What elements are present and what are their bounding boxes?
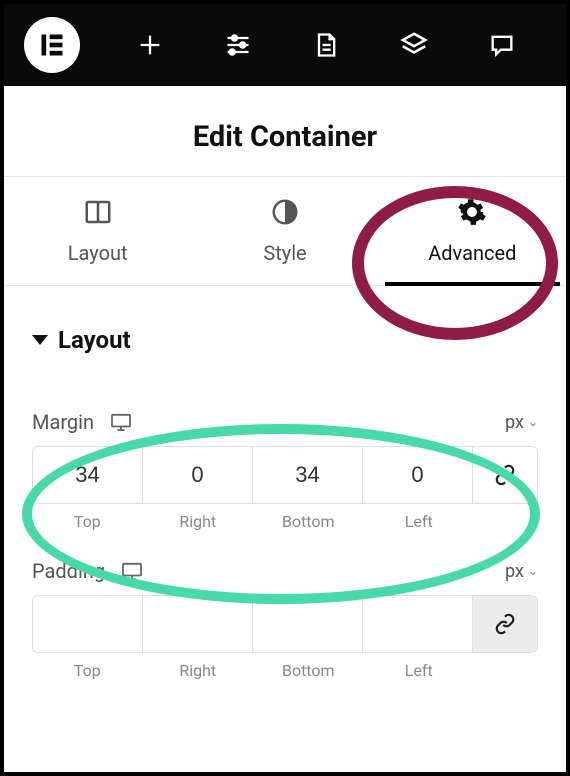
tab-advanced-label: Advanced <box>428 241 516 265</box>
margin-label: Margin <box>32 410 94 434</box>
tab-advanced[interactable]: Advanced <box>379 177 566 285</box>
margin-unit-label: px <box>505 412 524 433</box>
section-layout-title: Layout <box>58 326 131 354</box>
tab-style[interactable]: Style <box>191 177 378 285</box>
margin-left-input[interactable] <box>363 447 473 503</box>
margin-link-button[interactable] <box>473 447 537 503</box>
padding-top-input[interactable] <box>33 596 143 652</box>
add-icon <box>136 31 164 59</box>
margin-header: Margin px ⌄ <box>32 410 538 434</box>
margin-control: Margin px ⌄ Top Right Bottom Left <box>4 366 566 531</box>
padding-link-button[interactable] <box>473 596 537 652</box>
padding-left-label: Left <box>364 661 475 680</box>
top-toolbar <box>4 4 566 86</box>
desktop-icon[interactable] <box>110 413 132 431</box>
tab-style-label: Style <box>263 241 306 265</box>
padding-label: Padding <box>32 559 105 583</box>
padding-right-label: Right <box>143 661 254 680</box>
margin-side-labels: Top Right Bottom Left <box>32 512 538 531</box>
link-icon <box>494 613 516 635</box>
padding-left-input[interactable] <box>363 596 473 652</box>
add-button[interactable] <box>122 17 178 73</box>
padding-right-input[interactable] <box>143 596 253 652</box>
padding-control: Padding px ⌄ Top Right Bottom Left <box>4 531 566 680</box>
section-layout: Layout <box>4 286 566 366</box>
tab-layout[interactable]: Layout <box>4 177 191 285</box>
tab-layout-label: Layout <box>68 241 128 265</box>
page-icon <box>312 31 340 59</box>
elementor-logo-icon <box>38 31 66 59</box>
sliders-icon <box>224 31 252 59</box>
padding-inputs <box>32 595 538 653</box>
chevron-down-icon: ⌄ <box>528 564 538 578</box>
padding-bottom-input[interactable] <box>253 596 363 652</box>
settings-button[interactable] <box>210 17 266 73</box>
comment-icon <box>488 31 516 59</box>
margin-top-label: Top <box>32 512 143 531</box>
margin-bottom-input[interactable] <box>253 447 363 503</box>
margin-right-label: Right <box>143 512 254 531</box>
panel-title: Edit Container <box>4 86 566 176</box>
padding-top-label: Top <box>32 661 143 680</box>
margin-top-input[interactable] <box>33 447 143 503</box>
padding-side-labels: Top Right Bottom Left <box>32 661 538 680</box>
margin-left-label: Left <box>364 512 475 531</box>
section-layout-header[interactable]: Layout <box>32 326 538 354</box>
comment-button[interactable] <box>474 17 530 73</box>
tabs: Layout Style Advanced <box>4 176 566 286</box>
margin-inputs <box>32 446 538 504</box>
layers-icon <box>399 30 429 60</box>
margin-right-input[interactable] <box>143 447 253 503</box>
caret-down-icon <box>32 335 48 345</box>
padding-unit-label: px <box>505 561 524 582</box>
gear-icon <box>457 197 487 227</box>
style-icon <box>270 197 300 227</box>
padding-bottom-label: Bottom <box>253 661 364 680</box>
page-button[interactable] <box>298 17 354 73</box>
margin-unit-select[interactable]: px ⌄ <box>505 412 538 433</box>
chevron-down-icon: ⌄ <box>528 415 538 429</box>
padding-unit-select[interactable]: px ⌄ <box>505 561 538 582</box>
desktop-icon[interactable] <box>121 562 143 580</box>
padding-header: Padding px ⌄ <box>32 559 538 583</box>
margin-label-wrap: Margin <box>32 410 132 434</box>
link-icon <box>494 464 516 486</box>
layout-icon <box>83 197 113 227</box>
margin-bottom-label: Bottom <box>253 512 364 531</box>
layers-button[interactable] <box>386 17 442 73</box>
elementor-logo[interactable] <box>24 17 80 73</box>
padding-label-wrap: Padding <box>32 559 143 583</box>
